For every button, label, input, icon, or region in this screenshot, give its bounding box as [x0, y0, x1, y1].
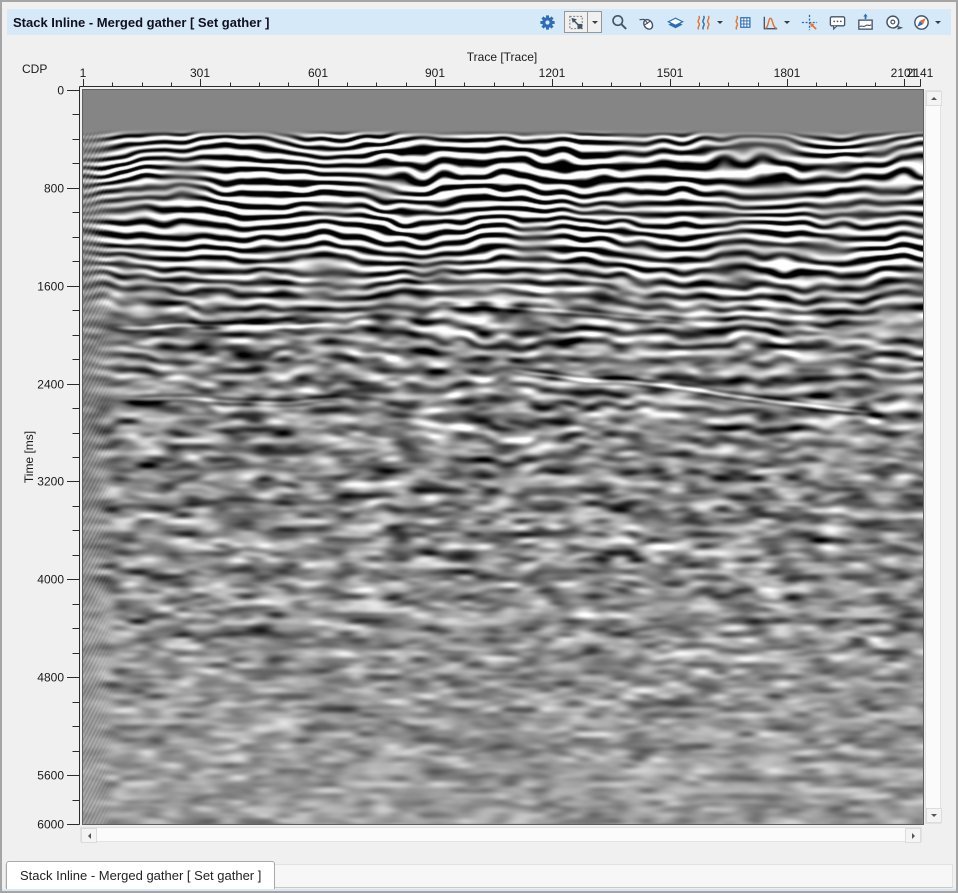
scroll-up-arrow-icon: [931, 94, 937, 100]
comment-icon: [826, 11, 848, 33]
svg-text:901: 901: [425, 66, 445, 80]
tab-label: Stack Inline - Merged gather [ Set gathe…: [20, 868, 261, 883]
seismic-view[interactable]: [82, 89, 924, 825]
svg-text:601: 601: [308, 66, 328, 80]
scroll-right-arrow-icon: [912, 833, 918, 839]
fit-view-button[interactable]: [564, 11, 602, 33]
measure-icon: [882, 11, 904, 33]
time-axis-title: Time [ms]: [22, 431, 36, 483]
layers-icon: [664, 11, 686, 33]
settings-gear-button[interactable]: [536, 11, 558, 33]
svg-text:2400: 2400: [37, 378, 64, 392]
layers-button[interactable]: [664, 11, 686, 33]
compass-icon: [910, 11, 932, 33]
svg-text:1201: 1201: [539, 66, 566, 80]
zoom-icon: [608, 11, 630, 33]
svg-text:301: 301: [190, 66, 210, 80]
fit-view-icon: [564, 11, 588, 33]
horizontal-scrollbar[interactable]: [80, 827, 922, 842]
bottom-accent-strip: [2, 889, 956, 893]
seismic-viewer-window: Stack Inline - Merged gather [ Set gathe…: [0, 0, 958, 893]
export-image-icon: [854, 11, 876, 33]
dropdown-arrow-icon[interactable]: [588, 11, 602, 33]
mouse-tools-icon: [636, 11, 658, 33]
dropdown-arrow-icon[interactable]: [932, 11, 943, 33]
spectrum-icon: [759, 11, 781, 33]
seismic-image[interactable]: [83, 90, 923, 824]
cdp-corner-label: CDP: [22, 62, 47, 76]
svg-text:4800: 4800: [37, 671, 64, 685]
compass-button[interactable]: [910, 11, 943, 33]
tab-stack-inline-merged-gather[interactable]: Stack Inline - Merged gather [ Set gathe…: [6, 861, 275, 889]
scroll-left-button[interactable]: [81, 828, 97, 843]
svg-text:2101: 2101: [891, 66, 918, 80]
export-image-button[interactable]: [854, 11, 876, 33]
svg-text:800: 800: [44, 182, 64, 196]
mouse-tools-button[interactable]: [636, 11, 658, 33]
pane-title: Stack Inline - Merged gather [ Set gathe…: [7, 15, 269, 30]
svg-text:3200: 3200: [37, 475, 64, 489]
zoom-button[interactable]: [608, 11, 630, 33]
dropdown-arrow-icon[interactable]: [781, 11, 792, 33]
scroll-left-arrow-icon: [85, 833, 91, 839]
dropdown-arrow-icon[interactable]: [714, 11, 725, 33]
svg-text:4000: 4000: [37, 573, 64, 587]
settings-gear-icon: [536, 11, 558, 33]
trace-table-button[interactable]: [731, 11, 753, 33]
pick-crosshair-icon: [798, 11, 820, 33]
svg-text:1: 1: [80, 66, 87, 80]
trace-table-icon: [731, 11, 753, 33]
svg-text:1801: 1801: [774, 66, 801, 80]
scroll-right-button[interactable]: [905, 828, 921, 843]
wiggle-display-icon: [692, 11, 714, 33]
svg-text:1600: 1600: [37, 280, 64, 294]
svg-text:1501: 1501: [657, 66, 684, 80]
svg-text:0: 0: [57, 84, 64, 98]
vertical-scrollbar[interactable]: [925, 90, 941, 824]
svg-text:6000: 6000: [37, 818, 64, 832]
trace-axis-title: Trace [Trace]: [82, 50, 922, 64]
wiggle-display-button[interactable]: [692, 11, 725, 33]
pane-titlebar: Stack Inline - Merged gather [ Set gathe…: [7, 9, 951, 35]
scroll-up-button[interactable]: [926, 91, 942, 106]
measure-button[interactable]: [882, 11, 904, 33]
spectrum-button[interactable]: [759, 11, 792, 33]
toolbar: [536, 11, 951, 33]
comment-button[interactable]: [826, 11, 848, 33]
scroll-down-arrow-icon: [931, 814, 937, 820]
svg-text:2141: 2141: [907, 66, 934, 80]
pick-crosshair-button[interactable]: [798, 11, 820, 33]
svg-text:5600: 5600: [37, 769, 64, 783]
scroll-down-button[interactable]: [926, 808, 942, 823]
